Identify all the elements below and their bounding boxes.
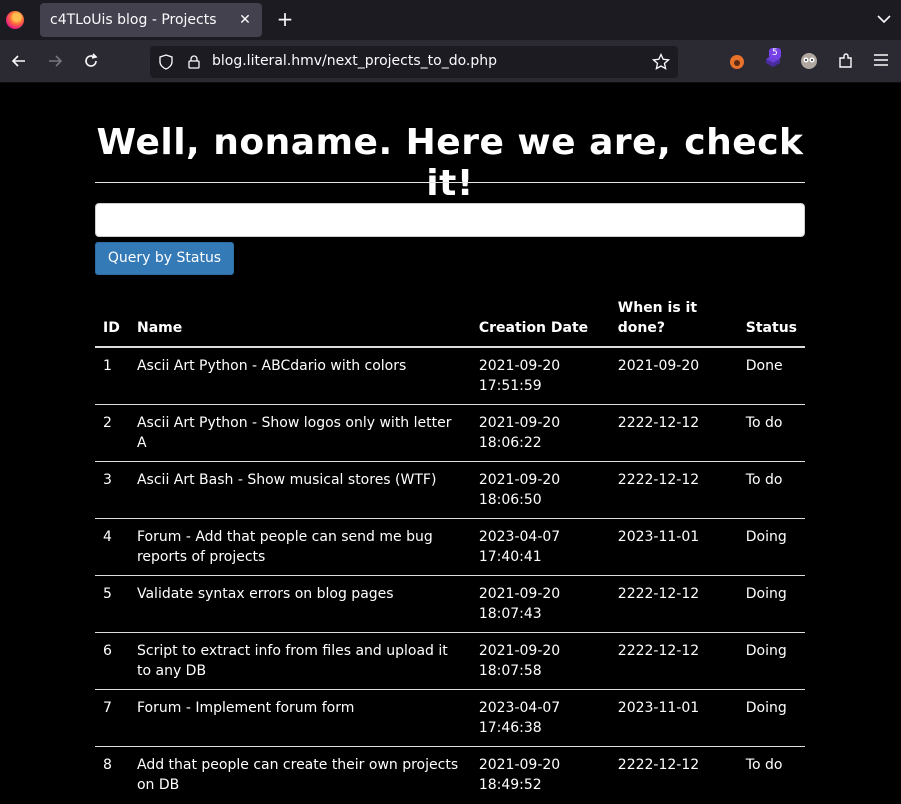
- cell-name: Forum - Implement forum form: [128, 689, 471, 747]
- table-row: 5 Validate syntax errors on blog pages 2…: [95, 575, 805, 633]
- forward-arrow-icon: [49, 55, 63, 67]
- cell-status: To do: [737, 746, 805, 804]
- cell-name: Validate syntax errors on blog pages: [128, 575, 471, 633]
- extension-owl-icon[interactable]: [799, 51, 819, 71]
- back-arrow-icon: [11, 55, 25, 67]
- navigation-toolbar: blog.literal.hmv/next_projects_to_do.php: [0, 40, 901, 83]
- projects-table: ID Name Creation Date When is it done? S…: [95, 298, 805, 804]
- cell-name: Ascii Art Python - Show logos only with …: [128, 404, 471, 462]
- cell-done-date: 2023-11-01: [609, 689, 738, 747]
- cell-name: Script to extract info from files and up…: [128, 632, 471, 690]
- cell-done-date: 2222-12-12: [609, 461, 738, 519]
- cell-creation-date: 2021-09-20 18:06:22: [470, 404, 610, 462]
- cell-creation-date: 2021-09-20 18:07:58: [470, 632, 610, 690]
- firefox-logo-icon[interactable]: [6, 11, 24, 29]
- cell-status: Doing: [737, 689, 805, 747]
- tab-active[interactable]: c4TLoUis blog - Projects ✕: [40, 3, 262, 37]
- extension-badge: 5: [769, 48, 781, 59]
- table-row: 7 Forum - Implement forum form 2023-04-0…: [95, 689, 805, 747]
- extension-fox-icon[interactable]: [727, 51, 747, 71]
- column-header-done-date: When is it done?: [609, 298, 738, 348]
- table-row: 4 Forum - Add that people can send me bu…: [95, 518, 805, 576]
- cell-status: Done: [737, 346, 805, 405]
- divider: [95, 182, 805, 183]
- title-prefix: Well,: [96, 122, 214, 163]
- cell-id: 4: [95, 518, 129, 576]
- cell-done-date: 2023-11-01: [609, 518, 738, 576]
- cell-status: Doing: [737, 518, 805, 576]
- cell-creation-date: 2023-04-07 17:40:41: [470, 518, 610, 576]
- cell-creation-date: 2023-04-07 17:46:38: [470, 689, 610, 747]
- reload-button[interactable]: [80, 50, 102, 72]
- cell-status: To do: [737, 404, 805, 462]
- new-tab-button[interactable]: +: [274, 8, 296, 30]
- reload-icon: [85, 53, 98, 67]
- back-button[interactable]: [8, 50, 30, 72]
- table-row: 6 Script to extract info from files and …: [95, 632, 805, 690]
- cell-name: Ascii Art Python - ABCdario with colors: [128, 346, 471, 405]
- cell-creation-date: 2021-09-20 17:51:59: [470, 346, 610, 405]
- column-header-creation-date: Creation Date: [470, 298, 610, 348]
- extensions-puzzle-icon[interactable]: [836, 51, 856, 71]
- title-username: noname: [213, 122, 379, 163]
- table-header-row: ID Name Creation Date When is it done? S…: [95, 298, 805, 348]
- cell-name: Ascii Art Bash - Show musical stores (WT…: [128, 461, 471, 519]
- page-title: Well, noname. Here we are, check it!: [95, 122, 805, 204]
- lock-icon[interactable]: [186, 54, 202, 70]
- table-row: 8 Add that people can create their own p…: [95, 746, 805, 804]
- cell-done-date: 2222-12-12: [609, 746, 738, 804]
- table-row: 3 Ascii Art Bash - Show musical stores (…: [95, 461, 805, 519]
- shield-icon[interactable]: [158, 54, 174, 70]
- url-text[interactable]: blog.literal.hmv/next_projects_to_do.php: [212, 53, 497, 69]
- hamburger-menu-icon[interactable]: [872, 51, 892, 71]
- cell-done-date: 2222-12-12: [609, 632, 738, 690]
- status-search-input[interactable]: [95, 203, 805, 237]
- cell-id: 5: [95, 575, 129, 633]
- title-suffix: . Here we are, check it!: [378, 122, 804, 204]
- cell-id: 6: [95, 632, 129, 690]
- cell-done-date: 2021-09-20: [609, 346, 738, 405]
- forward-button[interactable]: [44, 50, 66, 72]
- query-by-status-button[interactable]: Query by Status: [95, 242, 234, 275]
- column-header-status: Status: [737, 298, 805, 348]
- url-bar[interactable]: blog.literal.hmv/next_projects_to_do.php: [150, 46, 678, 78]
- page-content: Well, noname. Here we are, check it! Que…: [0, 84, 901, 804]
- cell-name: Add that people can create their own pro…: [128, 746, 471, 804]
- cell-creation-date: 2021-09-20 18:06:50: [470, 461, 610, 519]
- tab-title: c4TLoUis blog - Projects: [50, 12, 217, 28]
- cell-name: Forum - Add that people can send me bug …: [128, 518, 471, 576]
- cell-status: Doing: [737, 575, 805, 633]
- cell-id: 1: [95, 346, 129, 405]
- cell-creation-date: 2021-09-20 18:49:52: [470, 746, 610, 804]
- cell-id: 8: [95, 746, 129, 804]
- cell-status: To do: [737, 461, 805, 519]
- table-row: 1 Ascii Art Python - ABCdario with color…: [95, 346, 805, 405]
- tab-bar: c4TLoUis blog - Projects ✕ +: [0, 0, 901, 40]
- cell-id: 7: [95, 689, 129, 747]
- column-header-name: Name: [128, 298, 471, 348]
- close-tab-icon[interactable]: ✕: [236, 11, 254, 29]
- cell-creation-date: 2021-09-20 18:07:43: [470, 575, 610, 633]
- bookmark-star-icon[interactable]: [652, 53, 670, 71]
- cell-done-date: 2222-12-12: [609, 404, 738, 462]
- cell-id: 3: [95, 461, 129, 519]
- cell-done-date: 2222-12-12: [609, 575, 738, 633]
- list-tabs-chevron-icon[interactable]: [875, 10, 893, 28]
- cell-status: Doing: [737, 632, 805, 690]
- table-row: 2 Ascii Art Python - Show logos only wit…: [95, 404, 805, 462]
- column-header-id: ID: [95, 298, 129, 348]
- cell-id: 2: [95, 404, 129, 462]
